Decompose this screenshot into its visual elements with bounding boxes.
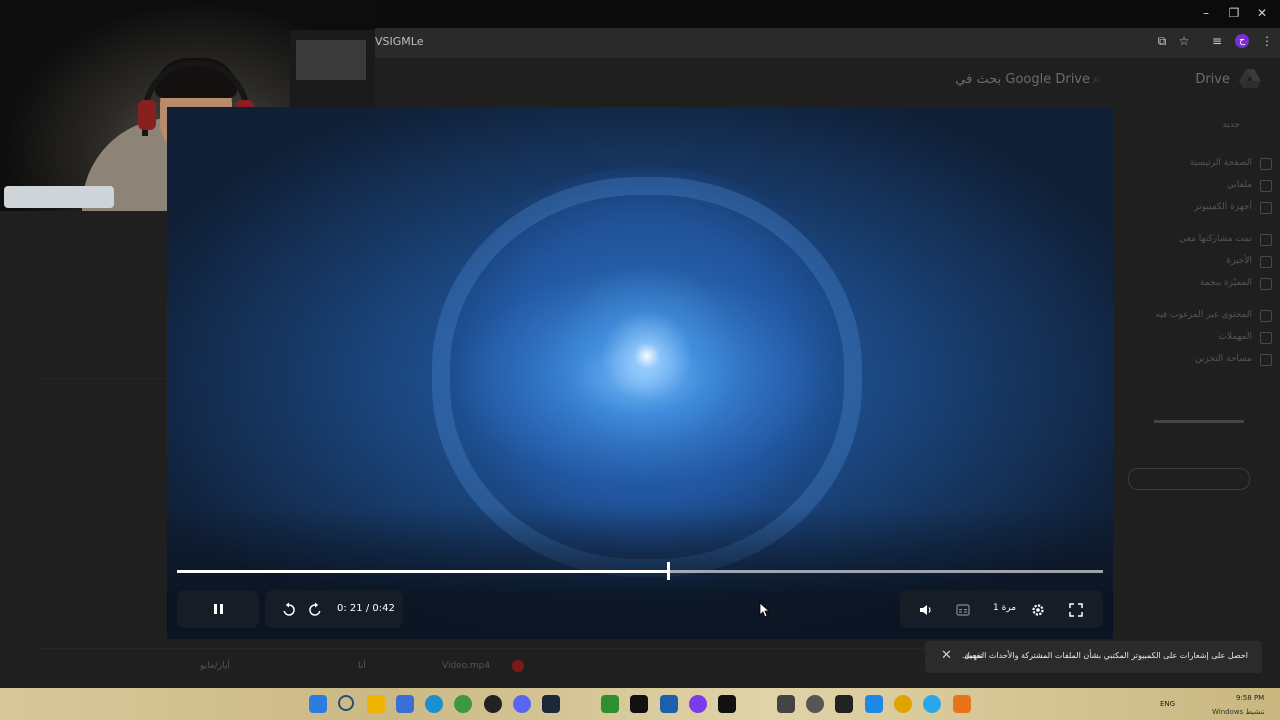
medium-icon[interactable] [718, 695, 736, 713]
language-indicator[interactable]: ENG [1160, 700, 1175, 708]
sidebar-item-home[interactable]: الصفحة الرئيسية [1190, 158, 1252, 168]
progress-played [177, 570, 668, 573]
pause-icon [214, 604, 217, 614]
star-icon [1260, 278, 1272, 290]
telegram-icon[interactable] [923, 695, 941, 713]
app-icon[interactable] [865, 695, 883, 713]
install-app-icon[interactable]: ⧉ [1153, 34, 1171, 49]
mouse-cursor-icon [759, 602, 771, 618]
media-queue-icon[interactable]: ≡ [1208, 34, 1226, 48]
toast-message: احصل على إشعارات على الكمبيوتر المكتبي ب… [961, 651, 1248, 660]
settings-icon[interactable] [806, 695, 824, 713]
drive-logo-icon [1239, 69, 1261, 88]
spam-icon [1260, 310, 1272, 322]
webcam-box [296, 40, 366, 80]
epic-games-icon[interactable] [630, 695, 648, 713]
settings-icon[interactable] [1031, 603, 1045, 617]
sidebar-item-trash[interactable]: المهملات [1218, 332, 1252, 342]
microphone-arm [4, 186, 114, 208]
trash-icon [1260, 332, 1272, 344]
progress-scrubber[interactable] [667, 562, 670, 580]
menu-kebab-icon[interactable]: ⋮ [1258, 34, 1276, 48]
app-icon[interactable] [660, 695, 678, 713]
sidebar-item-starred[interactable]: المميّزة بنجمة [1200, 278, 1252, 288]
clock-time[interactable]: 9:58 PM [1236, 694, 1264, 702]
pause-button[interactable] [177, 590, 259, 628]
close-icon[interactable]: ✕ [1254, 6, 1270, 20]
rewind-10-icon[interactable] [281, 602, 297, 618]
obs-icon[interactable] [484, 695, 502, 713]
drive-sidebar: جديد الصفحة الرئيسية ملفاتي أجهزة الكمبي… [1120, 108, 1280, 508]
pause-icon [220, 604, 223, 614]
close-icon[interactable]: ✕ [941, 648, 952, 663]
profile-avatar[interactable]: ح [1235, 34, 1249, 48]
file-owner: أنا [358, 661, 366, 671]
chrome-icon[interactable] [454, 695, 472, 713]
drive-icon [1260, 180, 1272, 192]
video-file-icon [512, 660, 524, 672]
video-player[interactable]: 0: 21 / 0:42 1 مرة [167, 107, 1113, 639]
headset-ear [138, 100, 156, 130]
file-name[interactable]: Video.mp4 [442, 661, 490, 671]
get-storage-button[interactable] [1128, 468, 1250, 490]
store-icon[interactable] [396, 695, 414, 713]
progress-bar[interactable] [177, 562, 1103, 580]
windows-taskbar: ENG 9:58 PM Windows تنشيط [0, 688, 1280, 720]
clock-icon [1260, 256, 1272, 268]
app-icon[interactable] [689, 695, 707, 713]
sidebar-item-spam[interactable]: المحتوى غير المرغوب فيه [1155, 310, 1252, 320]
steam-icon[interactable] [542, 695, 560, 713]
home-icon [1260, 158, 1272, 170]
restore-icon[interactable]: ❐ [1226, 6, 1242, 20]
playback-speed-button[interactable]: 1 مرة [993, 603, 1016, 613]
sidebar-item-my-drive[interactable]: ملفاتي [1227, 180, 1252, 190]
storage-bar [1154, 420, 1244, 423]
drive-search-input[interactable]: بحث في Google Drive [955, 72, 1090, 87]
sidebar-item-recent[interactable]: الأخيرة [1226, 256, 1252, 266]
search-icon[interactable]: ⌕ [1093, 72, 1100, 87]
drive-wordmark: Drive [1195, 72, 1230, 87]
bookmark-star-icon[interactable]: ☆ [1175, 34, 1193, 48]
edge-icon[interactable] [425, 695, 443, 713]
sidebar-item-computers[interactable]: أجهزة الكمبيوتر [1194, 202, 1252, 212]
address-bar[interactable]: VSIGMLe [375, 35, 423, 48]
volume-icon[interactable] [919, 603, 933, 617]
computer-icon [1260, 202, 1272, 214]
sidebar-item-storage[interactable]: مساحة التخزين [1195, 354, 1252, 364]
app-icon[interactable] [777, 695, 795, 713]
fullscreen-icon[interactable] [1069, 603, 1083, 617]
terminal-icon[interactable] [835, 695, 853, 713]
sidebar-item-shared[interactable]: تمت مشاركتها معي [1179, 234, 1252, 244]
people-icon [1260, 234, 1272, 246]
minimize-icon[interactable]: – [1198, 6, 1214, 20]
time-display: 0: 21 / 0:42 [337, 603, 395, 614]
new-button[interactable]: جديد [1222, 120, 1240, 130]
discord-icon[interactable] [513, 695, 531, 713]
xbox-icon[interactable] [601, 695, 619, 713]
file-date: أيار/مايو [200, 661, 230, 671]
search-icon[interactable] [338, 695, 354, 711]
notification-toast: ✕ تفعيل احصل على إشعارات على الكمبيوتر ا… [925, 641, 1262, 673]
windows-start-icon[interactable] [309, 695, 327, 713]
cloud-icon [1260, 354, 1272, 366]
captions-icon[interactable] [956, 604, 970, 616]
app-icon[interactable] [894, 695, 912, 713]
file-explorer-icon[interactable] [367, 695, 385, 713]
activation-watermark: Windows تنشيط [1212, 708, 1265, 716]
forward-10-icon[interactable] [307, 602, 323, 618]
app-icon[interactable] [953, 695, 971, 713]
